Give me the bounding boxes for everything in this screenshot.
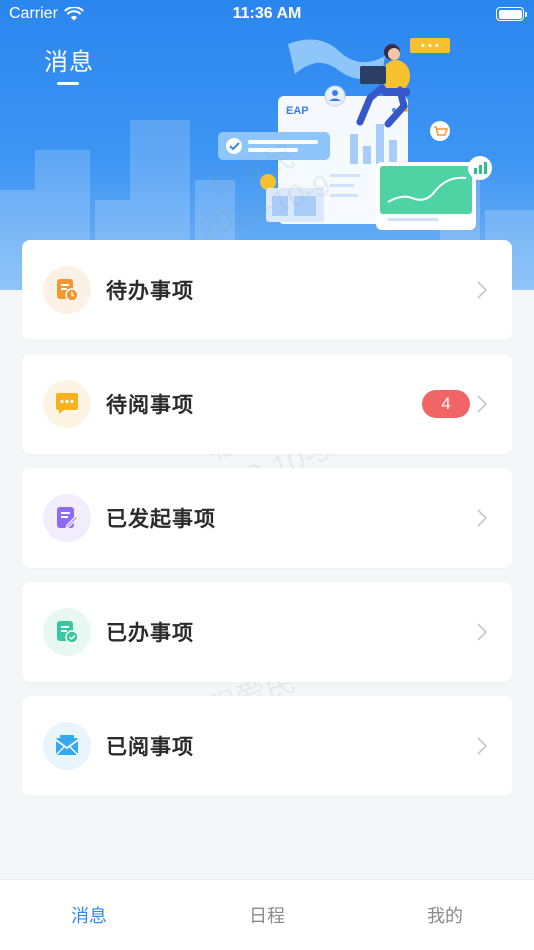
- status-time: 11:36 AM: [232, 5, 302, 22]
- chevron-right-icon: [477, 623, 488, 641]
- tab-schedule[interactable]: 日程: [178, 880, 356, 950]
- title-underline: [57, 82, 79, 85]
- pending-read-message-icon: [43, 380, 91, 428]
- item-label: 待阅事项: [106, 393, 194, 417]
- page-title: 消息: [44, 48, 94, 76]
- bottom-tab-bar: 消息 日程 我的: [0, 879, 534, 950]
- list-item-pending-read[interactable]: 待阅事项 4: [22, 354, 512, 454]
- unread-count-badge: 4: [422, 390, 470, 418]
- header-illustration: EAP: [218, 38, 492, 230]
- chevron-right-icon: [477, 395, 488, 413]
- chevron-right-icon: [477, 509, 488, 527]
- item-label: 已阅事项: [106, 735, 194, 759]
- item-label: 已办事项: [106, 621, 194, 645]
- done-check-icon: [43, 608, 91, 656]
- list-item-read[interactable]: 已阅事项: [22, 696, 512, 796]
- battery-icon: [496, 7, 527, 21]
- tab-profile[interactable]: 我的: [356, 880, 534, 950]
- message-category-list: 待办事项 待阅事项 4 已发起事项 已办事项 已阅事项: [22, 240, 512, 810]
- initiated-edit-icon: [43, 494, 91, 542]
- list-item-initiated[interactable]: 已发起事项: [22, 468, 512, 568]
- pending-task-icon: [43, 266, 91, 314]
- item-label: 待办事项: [106, 279, 194, 303]
- tab-messages[interactable]: 消息: [0, 880, 178, 950]
- list-item-completed[interactable]: 已办事项: [22, 582, 512, 682]
- read-envelope-icon: [43, 722, 91, 770]
- chevron-right-icon: [477, 737, 488, 755]
- item-label: 已发起事项: [106, 507, 216, 531]
- status-bar: Carrier 11:36 AM: [0, 0, 534, 28]
- chevron-right-icon: [477, 281, 488, 299]
- list-item-pending-tasks[interactable]: 待办事项: [22, 240, 512, 340]
- illustration-label: EAP: [286, 105, 309, 117]
